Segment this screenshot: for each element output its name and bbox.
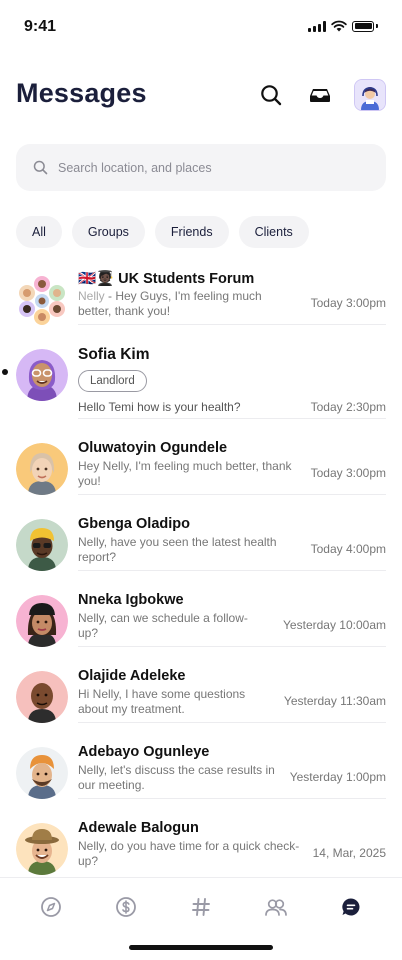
profile-avatar-button[interactable]	[354, 79, 386, 111]
wifi-icon	[331, 20, 347, 32]
home-indicator	[129, 945, 273, 950]
header: Messages	[16, 76, 386, 116]
divider	[78, 494, 386, 495]
conversation-preview: Nelly, do you have time for a quick chec…	[78, 839, 300, 868]
conversation-item[interactable]: Nneka Igbokwe Nelly, can we schedule a f…	[0, 590, 402, 648]
group-avatar	[16, 274, 68, 326]
conversation-time: Today 3:00pm	[310, 466, 386, 480]
search-button[interactable]	[256, 80, 286, 110]
conversation-time: Yesterday 10:00am	[283, 618, 386, 632]
filter-chip-friends[interactable]: Friends	[154, 216, 229, 248]
dollar-icon	[116, 897, 136, 917]
hashtag-icon	[192, 898, 210, 916]
conversation-preview: Hi Nelly, I have some questions about my…	[78, 687, 246, 716]
divider	[78, 722, 386, 723]
conversation-time: Yesterday 11:30am	[283, 694, 386, 708]
avatar	[16, 823, 68, 875]
signal-icon	[308, 20, 326, 32]
avatar	[16, 519, 68, 571]
conversation-item[interactable]: Olajide Adeleke Hi Nelly, I have some qu…	[0, 666, 402, 724]
conversation-name: Oluwatoyin Ogundele	[78, 440, 228, 456]
conversation-preview: Nelly, have you seen the latest health r…	[78, 535, 277, 564]
avatar	[16, 595, 68, 647]
conversation-preview: Nelly, let's discuss the case results in…	[78, 763, 275, 792]
contact-tag: Landlord	[78, 370, 147, 392]
unread-indicator	[2, 369, 8, 375]
status-time: 9:41	[24, 18, 57, 35]
avatar	[16, 349, 68, 401]
tab-explore[interactable]	[38, 894, 64, 920]
conversation-preview: Hello Temi how is your health?	[78, 400, 241, 414]
conversation-name: Sofia Kim	[78, 346, 150, 363]
inbox-icon	[310, 89, 330, 102]
conversation-preview: Hey Nelly, I'm feeling much better, than…	[78, 459, 292, 488]
people-icon	[265, 899, 287, 916]
chat-icon	[342, 898, 360, 916]
conversation-name: Adebayo Ogunleye	[78, 744, 210, 760]
conversation-time: Today 3:00pm	[310, 296, 386, 310]
tab-topics[interactable]	[188, 894, 214, 920]
avatar	[16, 443, 68, 495]
filter-chips: All Groups Friends Clients	[16, 216, 309, 248]
search-icon	[33, 160, 48, 175]
conversation-preview: Nelly - Hey Guys, I'm feeling much bette…	[78, 289, 283, 319]
search-icon	[261, 85, 282, 106]
message-text: - Hey Guys, I'm feeling much better, tha…	[78, 289, 262, 318]
filter-chip-groups[interactable]: Groups	[71, 216, 145, 248]
status-bar: 9:41	[0, 0, 402, 54]
conversation-time: Today 4:00pm	[310, 542, 386, 556]
status-icons	[308, 20, 378, 32]
conversation-name: Nneka Igbokwe	[78, 592, 184, 608]
conversation-time: Today 2:30pm	[310, 400, 386, 414]
conversation-item[interactable]: Adebayo Ogunleye Nelly, let's discuss th…	[0, 742, 402, 800]
conversation-item[interactable]: 🇬🇧🧑🏿‍🎓 UK Students Forum Nelly - Hey Guy…	[0, 268, 402, 326]
conversation-item[interactable]: Sofia Kim Landlord Hello Temi how is you…	[0, 342, 402, 420]
conversation-item[interactable]: Oluwatoyin Ogundele Hey Nelly, I'm feeli…	[0, 438, 402, 496]
conversation-name: 🇬🇧🧑🏿‍🎓 UK Students Forum	[78, 271, 255, 287]
conversation-time: 14, Mar, 2025	[312, 846, 386, 860]
divider	[78, 418, 386, 419]
conversation-name: Gbenga Oladipo	[78, 516, 190, 532]
avatar	[16, 671, 68, 723]
divider	[78, 570, 386, 571]
divider	[78, 324, 386, 325]
filter-chip-clients[interactable]: Clients	[238, 216, 309, 248]
avatar	[355, 80, 385, 110]
avatar	[16, 747, 68, 799]
conversation-name: Adewale Balogun	[78, 820, 199, 836]
conversation-time: Yesterday 1:00pm	[289, 770, 386, 784]
page-title: Messages	[16, 78, 147, 108]
compass-icon	[41, 897, 61, 917]
divider	[78, 646, 386, 647]
divider	[78, 798, 386, 799]
inbox-button[interactable]	[305, 80, 335, 110]
conversation-item[interactable]: Gbenga Oladipo Nelly, have you seen the …	[0, 514, 402, 572]
search-input[interactable]	[56, 159, 360, 176]
tab-community[interactable]	[263, 894, 289, 920]
message-sender: Nelly	[78, 289, 105, 303]
conversation-item[interactable]: Adewale Balogun Nelly, do you have time …	[0, 818, 402, 876]
conversation-name: Olajide Adeleke	[78, 668, 186, 684]
tab-messages[interactable]	[338, 894, 364, 920]
search-bar[interactable]	[16, 144, 386, 191]
filter-chip-all[interactable]: All	[16, 216, 62, 248]
battery-icon	[352, 20, 374, 32]
tab-payments[interactable]	[113, 894, 139, 920]
conversation-preview: Nelly, can we schedule a follow-up?	[78, 611, 248, 640]
